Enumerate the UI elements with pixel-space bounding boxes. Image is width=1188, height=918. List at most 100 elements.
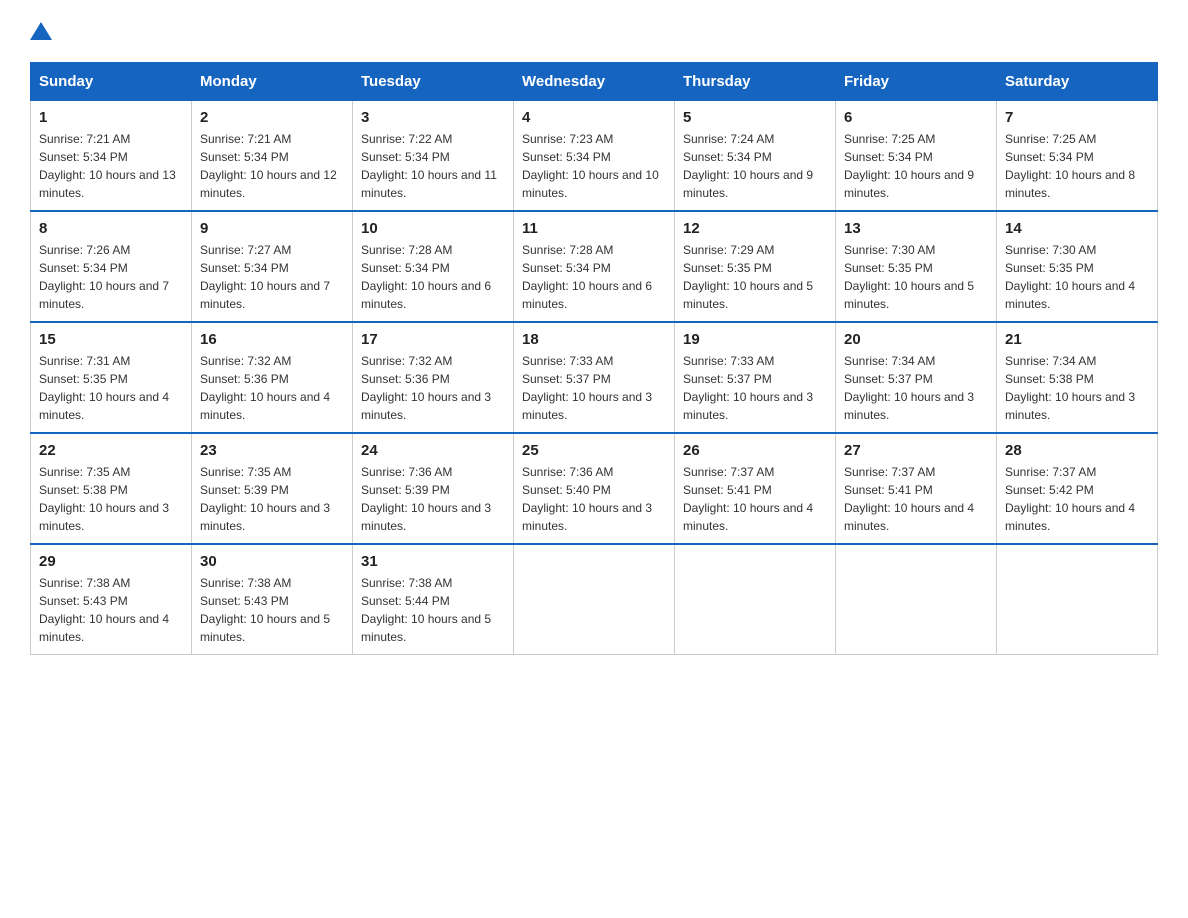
day-info: Sunrise: 7:33 AM Sunset: 5:37 PM Dayligh… <box>522 352 666 424</box>
calendar-cell: 8 Sunrise: 7:26 AM Sunset: 5:34 PM Dayli… <box>31 211 192 322</box>
calendar-cell <box>675 544 836 655</box>
day-info: Sunrise: 7:35 AM Sunset: 5:39 PM Dayligh… <box>200 463 344 535</box>
day-number: 16 <box>200 331 344 348</box>
calendar-cell: 7 Sunrise: 7:25 AM Sunset: 5:34 PM Dayli… <box>997 101 1158 212</box>
calendar-cell: 15 Sunrise: 7:31 AM Sunset: 5:35 PM Dayl… <box>31 322 192 433</box>
day-info: Sunrise: 7:36 AM Sunset: 5:40 PM Dayligh… <box>522 463 666 535</box>
day-number: 12 <box>683 220 827 237</box>
day-info: Sunrise: 7:31 AM Sunset: 5:35 PM Dayligh… <box>39 352 183 424</box>
logo-triangle-icon <box>30 20 52 42</box>
day-info: Sunrise: 7:28 AM Sunset: 5:34 PM Dayligh… <box>522 241 666 313</box>
calendar-cell: 18 Sunrise: 7:33 AM Sunset: 5:37 PM Dayl… <box>514 322 675 433</box>
day-number: 5 <box>683 109 827 126</box>
calendar-cell: 14 Sunrise: 7:30 AM Sunset: 5:35 PM Dayl… <box>997 211 1158 322</box>
day-number: 3 <box>361 109 505 126</box>
calendar-cell: 11 Sunrise: 7:28 AM Sunset: 5:34 PM Dayl… <box>514 211 675 322</box>
day-info: Sunrise: 7:27 AM Sunset: 5:34 PM Dayligh… <box>200 241 344 313</box>
day-info: Sunrise: 7:38 AM Sunset: 5:43 PM Dayligh… <box>200 574 344 646</box>
day-info: Sunrise: 7:37 AM Sunset: 5:41 PM Dayligh… <box>844 463 988 535</box>
calendar-cell <box>836 544 997 655</box>
logo <box>30 20 52 42</box>
calendar-cell: 1 Sunrise: 7:21 AM Sunset: 5:34 PM Dayli… <box>31 101 192 212</box>
header-friday: Friday <box>836 63 997 101</box>
day-info: Sunrise: 7:21 AM Sunset: 5:34 PM Dayligh… <box>39 130 183 202</box>
day-number: 15 <box>39 331 183 348</box>
day-number: 13 <box>844 220 988 237</box>
day-info: Sunrise: 7:28 AM Sunset: 5:34 PM Dayligh… <box>361 241 505 313</box>
calendar-cell: 16 Sunrise: 7:32 AM Sunset: 5:36 PM Dayl… <box>192 322 353 433</box>
day-info: Sunrise: 7:30 AM Sunset: 5:35 PM Dayligh… <box>1005 241 1149 313</box>
day-number: 2 <box>200 109 344 126</box>
day-info: Sunrise: 7:36 AM Sunset: 5:39 PM Dayligh… <box>361 463 505 535</box>
calendar-cell: 23 Sunrise: 7:35 AM Sunset: 5:39 PM Dayl… <box>192 433 353 544</box>
day-number: 17 <box>361 331 505 348</box>
calendar-cell: 5 Sunrise: 7:24 AM Sunset: 5:34 PM Dayli… <box>675 101 836 212</box>
calendar-cell: 21 Sunrise: 7:34 AM Sunset: 5:38 PM Dayl… <box>997 322 1158 433</box>
calendar-cell: 22 Sunrise: 7:35 AM Sunset: 5:38 PM Dayl… <box>31 433 192 544</box>
day-number: 10 <box>361 220 505 237</box>
day-number: 20 <box>844 331 988 348</box>
day-number: 27 <box>844 442 988 459</box>
day-number: 23 <box>200 442 344 459</box>
calendar-cell: 4 Sunrise: 7:23 AM Sunset: 5:34 PM Dayli… <box>514 101 675 212</box>
header-monday: Monday <box>192 63 353 101</box>
day-info: Sunrise: 7:37 AM Sunset: 5:42 PM Dayligh… <box>1005 463 1149 535</box>
calendar-cell: 2 Sunrise: 7:21 AM Sunset: 5:34 PM Dayli… <box>192 101 353 212</box>
header-row: Sunday Monday Tuesday Wednesday Thursday… <box>31 63 1158 101</box>
page-header <box>30 20 1158 42</box>
day-number: 30 <box>200 553 344 570</box>
day-info: Sunrise: 7:26 AM Sunset: 5:34 PM Dayligh… <box>39 241 183 313</box>
day-number: 1 <box>39 109 183 126</box>
day-number: 22 <box>39 442 183 459</box>
day-info: Sunrise: 7:35 AM Sunset: 5:38 PM Dayligh… <box>39 463 183 535</box>
calendar-cell: 29 Sunrise: 7:38 AM Sunset: 5:43 PM Dayl… <box>31 544 192 655</box>
day-info: Sunrise: 7:25 AM Sunset: 5:34 PM Dayligh… <box>844 130 988 202</box>
calendar-week-row: 29 Sunrise: 7:38 AM Sunset: 5:43 PM Dayl… <box>31 544 1158 655</box>
calendar-cell: 10 Sunrise: 7:28 AM Sunset: 5:34 PM Dayl… <box>353 211 514 322</box>
day-number: 14 <box>1005 220 1149 237</box>
header-sunday: Sunday <box>31 63 192 101</box>
calendar-cell: 19 Sunrise: 7:33 AM Sunset: 5:37 PM Dayl… <box>675 322 836 433</box>
day-number: 24 <box>361 442 505 459</box>
calendar-cell <box>997 544 1158 655</box>
day-info: Sunrise: 7:32 AM Sunset: 5:36 PM Dayligh… <box>200 352 344 424</box>
calendar-cell: 25 Sunrise: 7:36 AM Sunset: 5:40 PM Dayl… <box>514 433 675 544</box>
day-info: Sunrise: 7:33 AM Sunset: 5:37 PM Dayligh… <box>683 352 827 424</box>
calendar-cell: 6 Sunrise: 7:25 AM Sunset: 5:34 PM Dayli… <box>836 101 997 212</box>
day-info: Sunrise: 7:38 AM Sunset: 5:44 PM Dayligh… <box>361 574 505 646</box>
day-number: 25 <box>522 442 666 459</box>
header-thursday: Thursday <box>675 63 836 101</box>
calendar-cell: 27 Sunrise: 7:37 AM Sunset: 5:41 PM Dayl… <box>836 433 997 544</box>
day-info: Sunrise: 7:32 AM Sunset: 5:36 PM Dayligh… <box>361 352 505 424</box>
day-info: Sunrise: 7:24 AM Sunset: 5:34 PM Dayligh… <box>683 130 827 202</box>
day-number: 21 <box>1005 331 1149 348</box>
calendar-week-row: 8 Sunrise: 7:26 AM Sunset: 5:34 PM Dayli… <box>31 211 1158 322</box>
day-info: Sunrise: 7:34 AM Sunset: 5:37 PM Dayligh… <box>844 352 988 424</box>
day-info: Sunrise: 7:37 AM Sunset: 5:41 PM Dayligh… <box>683 463 827 535</box>
calendar-cell: 31 Sunrise: 7:38 AM Sunset: 5:44 PM Dayl… <box>353 544 514 655</box>
day-number: 6 <box>844 109 988 126</box>
day-info: Sunrise: 7:21 AM Sunset: 5:34 PM Dayligh… <box>200 130 344 202</box>
calendar-cell: 13 Sunrise: 7:30 AM Sunset: 5:35 PM Dayl… <box>836 211 997 322</box>
day-number: 4 <box>522 109 666 126</box>
day-info: Sunrise: 7:22 AM Sunset: 5:34 PM Dayligh… <box>361 130 505 202</box>
calendar-cell: 9 Sunrise: 7:27 AM Sunset: 5:34 PM Dayli… <box>192 211 353 322</box>
calendar-cell: 26 Sunrise: 7:37 AM Sunset: 5:41 PM Dayl… <box>675 433 836 544</box>
calendar-cell: 12 Sunrise: 7:29 AM Sunset: 5:35 PM Dayl… <box>675 211 836 322</box>
calendar-cell: 28 Sunrise: 7:37 AM Sunset: 5:42 PM Dayl… <box>997 433 1158 544</box>
day-number: 19 <box>683 331 827 348</box>
calendar-cell <box>514 544 675 655</box>
calendar-week-row: 15 Sunrise: 7:31 AM Sunset: 5:35 PM Dayl… <box>31 322 1158 433</box>
day-info: Sunrise: 7:23 AM Sunset: 5:34 PM Dayligh… <box>522 130 666 202</box>
calendar-cell: 30 Sunrise: 7:38 AM Sunset: 5:43 PM Dayl… <box>192 544 353 655</box>
calendar-week-row: 1 Sunrise: 7:21 AM Sunset: 5:34 PM Dayli… <box>31 101 1158 212</box>
header-saturday: Saturday <box>997 63 1158 101</box>
calendar-table: Sunday Monday Tuesday Wednesday Thursday… <box>30 62 1158 655</box>
day-info: Sunrise: 7:30 AM Sunset: 5:35 PM Dayligh… <box>844 241 988 313</box>
day-info: Sunrise: 7:29 AM Sunset: 5:35 PM Dayligh… <box>683 241 827 313</box>
day-number: 7 <box>1005 109 1149 126</box>
day-number: 28 <box>1005 442 1149 459</box>
day-info: Sunrise: 7:34 AM Sunset: 5:38 PM Dayligh… <box>1005 352 1149 424</box>
calendar-cell: 17 Sunrise: 7:32 AM Sunset: 5:36 PM Dayl… <box>353 322 514 433</box>
day-number: 26 <box>683 442 827 459</box>
